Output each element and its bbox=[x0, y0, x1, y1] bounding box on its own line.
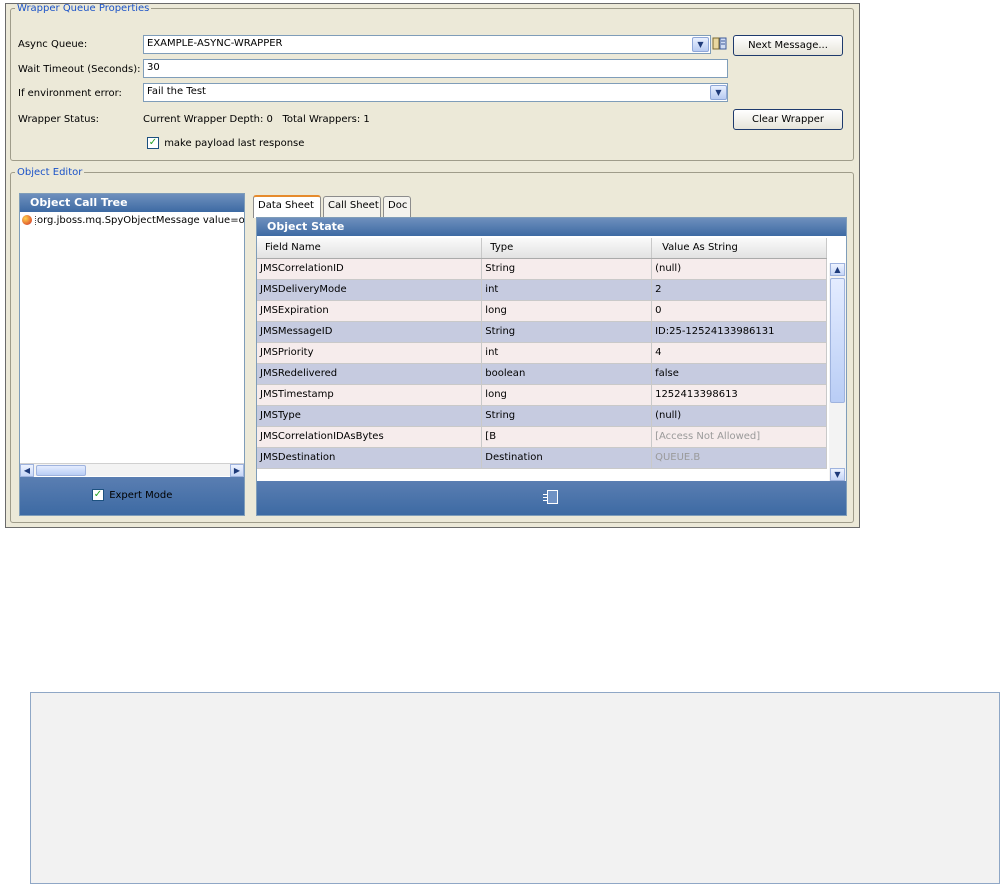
field-name-cell[interactable]: JMSExpiration bbox=[257, 300, 483, 322]
type-cell[interactable]: long bbox=[481, 384, 653, 406]
type-cell[interactable]: String bbox=[481, 258, 653, 280]
table-row[interactable]: JMSRedelivered boolean false bbox=[257, 363, 827, 385]
chevron-down-icon: ▼ bbox=[715, 88, 722, 97]
env-error-label: If environment error: bbox=[18, 88, 122, 99]
wrapper-editor-window: Wrapper Queue Properties Async Queue: EX… bbox=[5, 3, 860, 528]
field-name-cell[interactable]: JMSDeliveryMode bbox=[257, 279, 483, 301]
type-cell[interactable]: int bbox=[481, 279, 653, 301]
scroll-right-icon[interactable]: ▶ bbox=[230, 464, 244, 477]
tab-call-sheet[interactable]: Call Sheet bbox=[323, 196, 381, 217]
value-cell[interactable]: 4 bbox=[651, 342, 827, 364]
object-state-panel: Object State Field Name Type Value As St… bbox=[256, 217, 847, 516]
field-name-cell[interactable]: JMSRedelivered bbox=[257, 363, 483, 385]
env-error-selected-value: Fail the Test bbox=[147, 86, 206, 97]
column-header-type[interactable]: Type bbox=[481, 238, 653, 259]
type-cell[interactable]: int bbox=[481, 342, 653, 364]
table-row[interactable]: JMSPriority int 4 bbox=[257, 342, 827, 364]
wait-timeout-input[interactable]: 30 bbox=[143, 59, 728, 78]
value-cell[interactable]: false bbox=[651, 363, 827, 385]
wrapper-status-label: Wrapper Status: bbox=[18, 114, 100, 125]
table-header-row: Field Name Type Value As String bbox=[257, 238, 827, 259]
tree-item-label: org.jboss.mq.SpyObjectMessage value=o bbox=[35, 215, 244, 226]
value-cell[interactable]: 0 bbox=[651, 300, 827, 322]
table-row[interactable]: JMSMessageID String ID:25-12524133986131 bbox=[257, 321, 827, 343]
tree-horizontal-scrollbar[interactable]: ◀ ▶ bbox=[20, 463, 244, 477]
field-name-cell[interactable]: JMSType bbox=[257, 405, 483, 427]
tab-data-sheet[interactable]: Data Sheet bbox=[253, 195, 321, 218]
table-row[interactable]: JMSTimestamp long 1252413398613 bbox=[257, 384, 827, 406]
column-header-field-name[interactable]: Field Name bbox=[257, 238, 483, 259]
table-row[interactable]: JMSCorrelationID String (null) bbox=[257, 258, 827, 280]
tree-scroll-thumb[interactable] bbox=[36, 465, 86, 476]
object-editor-legend: Object Editor bbox=[17, 167, 83, 178]
object-state-table: Field Name Type Value As String JMSCorre… bbox=[257, 238, 827, 469]
value-cell[interactable]: (null) bbox=[651, 405, 827, 427]
list-view-icon[interactable] bbox=[543, 490, 558, 504]
type-cell[interactable]: boolean bbox=[481, 363, 653, 385]
table-row[interactable]: JMSType String (null) bbox=[257, 405, 827, 427]
make-payload-last-response-row: ✓ make payload last response bbox=[147, 137, 304, 149]
table-row[interactable]: JMSExpiration long 0 bbox=[257, 300, 827, 322]
expert-mode-label: Expert Mode bbox=[109, 490, 173, 501]
queue-browse-icon[interactable] bbox=[712, 36, 728, 52]
next-message-button[interactable]: Next Message... bbox=[733, 35, 843, 56]
scroll-down-icon[interactable]: ▼ bbox=[830, 468, 845, 481]
clear-wrapper-button[interactable]: Clear Wrapper bbox=[733, 109, 843, 130]
value-cell[interactable]: 1252413398613 bbox=[651, 384, 827, 406]
field-name-cell[interactable]: JMSMessageID bbox=[257, 321, 483, 343]
make-payload-last-response-label: make payload last response bbox=[164, 138, 305, 149]
type-cell[interactable]: String bbox=[481, 405, 653, 427]
wrapper-queue-properties-group: Wrapper Queue Properties bbox=[10, 3, 854, 161]
wrapper-queue-properties-legend: Wrapper Queue Properties bbox=[17, 3, 150, 14]
value-cell[interactable]: [Access Not Allowed] bbox=[651, 426, 827, 448]
async-queue-dropdown-button[interactable]: ▼ bbox=[692, 37, 709, 52]
value-cell[interactable]: (null) bbox=[651, 258, 827, 280]
expert-mode-checkbox[interactable]: ✓ bbox=[92, 489, 104, 501]
type-cell[interactable]: Destination bbox=[481, 447, 653, 469]
wait-timeout-label: Wait Timeout (Seconds): bbox=[18, 64, 141, 75]
table-row[interactable]: JMSDestination Destination QUEUE.B bbox=[257, 447, 827, 469]
type-cell[interactable]: String bbox=[481, 321, 653, 343]
table-row[interactable]: JMSDeliveryMode int 2 bbox=[257, 279, 827, 301]
note-box bbox=[30, 692, 1000, 884]
type-cell[interactable]: long bbox=[481, 300, 653, 322]
env-error-dropdown-button[interactable]: ▼ bbox=[710, 85, 727, 100]
tree-item[interactable]: org.jboss.mq.SpyObjectMessage value=o bbox=[22, 215, 244, 226]
field-name-cell[interactable]: JMSCorrelationIDAsBytes bbox=[257, 426, 483, 448]
wrapper-status-value: Current Wrapper Depth: 0 Total Wrappers:… bbox=[143, 114, 370, 125]
tab-doc[interactable]: Doc bbox=[383, 196, 411, 217]
chevron-down-icon: ▼ bbox=[697, 40, 704, 49]
table-row[interactable]: JMSCorrelationIDAsBytes [B [Access Not All… bbox=[257, 426, 827, 448]
scroll-left-icon[interactable]: ◀ bbox=[20, 464, 34, 477]
env-error-select[interactable]: Fail the Test bbox=[143, 83, 728, 102]
expert-mode-row: ✓ Expert Mode bbox=[92, 489, 172, 501]
object-call-tree-footer: ✓ Expert Mode bbox=[20, 477, 244, 515]
field-name-cell[interactable]: JMSCorrelationID bbox=[257, 258, 483, 280]
state-scroll-thumb[interactable] bbox=[830, 278, 845, 403]
field-name-cell[interactable]: JMSTimestamp bbox=[257, 384, 483, 406]
field-name-cell[interactable]: JMSPriority bbox=[257, 342, 483, 364]
value-cell[interactable]: ID:25-12524133986131 bbox=[651, 321, 827, 343]
object-node-icon bbox=[22, 215, 32, 225]
value-cell[interactable]: QUEUE.B bbox=[651, 447, 827, 469]
column-header-value[interactable]: Value As String bbox=[651, 238, 827, 259]
type-cell[interactable]: [B bbox=[481, 426, 653, 448]
async-queue-input[interactable]: EXAMPLE-ASYNC-WRAPPER bbox=[143, 35, 711, 54]
make-payload-last-response-checkbox[interactable]: ✓ bbox=[147, 137, 159, 149]
field-name-cell[interactable]: JMSDestination bbox=[257, 447, 483, 469]
object-call-tree-title: Object Call Tree bbox=[20, 194, 244, 212]
value-cell[interactable]: 2 bbox=[651, 279, 827, 301]
state-vertical-scrollbar[interactable]: ▲ ▼ bbox=[829, 263, 846, 481]
object-state-footer bbox=[257, 481, 846, 515]
async-queue-label: Async Queue: bbox=[18, 39, 88, 50]
object-state-title: Object State bbox=[257, 218, 846, 236]
scroll-up-icon[interactable]: ▲ bbox=[830, 263, 845, 276]
object-call-tree-panel: Object Call Tree org.jboss.mq.SpyObjectM… bbox=[19, 193, 245, 516]
